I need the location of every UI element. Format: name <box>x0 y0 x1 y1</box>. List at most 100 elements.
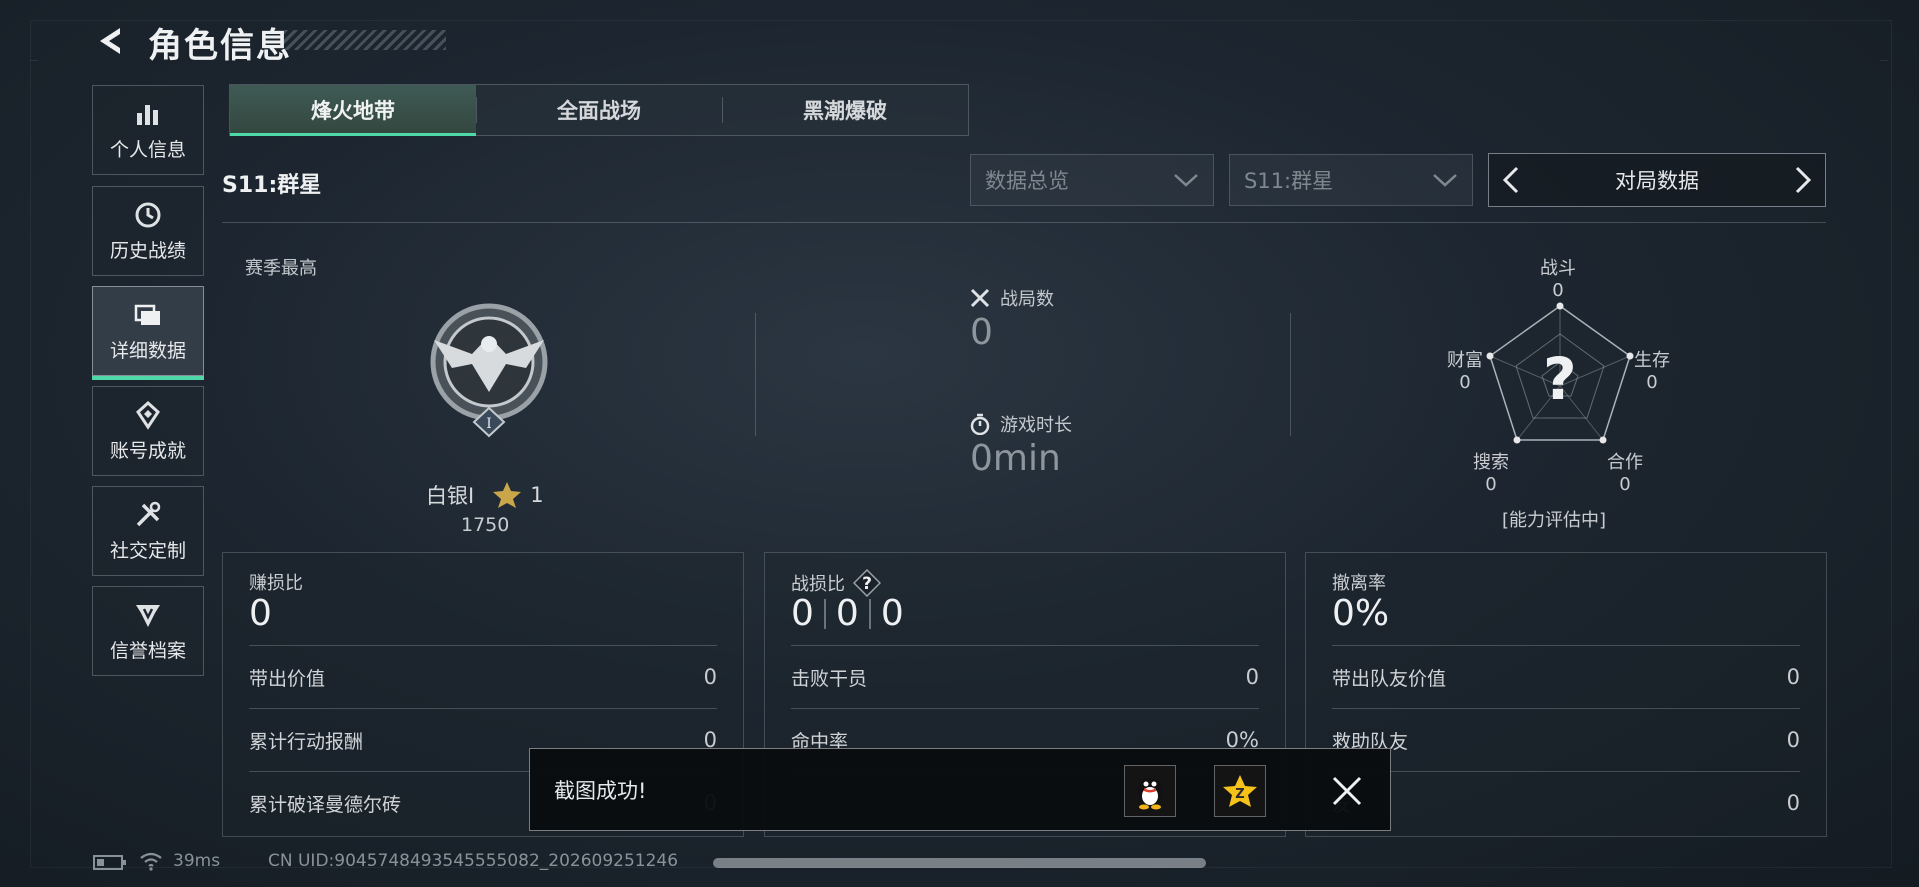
rank-emblem-icon: I <box>430 303 548 438</box>
toast-message: 截图成功! <box>554 779 647 803</box>
radar-axis-value: 0 <box>1646 372 1658 393</box>
stat-value: 0 <box>1786 791 1800 815</box>
decorative-tick <box>30 60 38 61</box>
share-qzone-button[interactable]: Z <box>1214 765 1266 817</box>
sidebar-item-detailed-data[interactable]: 详细数据 <box>92 286 204 380</box>
stopwatch-icon <box>970 413 990 435</box>
data-type-label: 对局数据 <box>1615 169 1699 193</box>
medal-icon <box>136 400 160 430</box>
stat-row: 带出价值 0 <box>249 645 717 708</box>
chevron-right-icon[interactable] <box>1791 165 1815 195</box>
stat-value: 0 <box>1786 728 1800 752</box>
bar-chart-icon <box>137 104 158 125</box>
radar-axis-label: 战斗 <box>1540 258 1576 279</box>
radar-axis-value: 0 <box>1552 280 1564 301</box>
sidebar-item-label: 信誉档案 <box>109 639 186 662</box>
radar-unknown-mark: ? <box>1543 345 1577 413</box>
divider <box>222 222 1826 223</box>
ping-value: 39ms <box>173 851 221 871</box>
tab-warfare-zone[interactable]: 烽火地带 <box>230 85 476 136</box>
sidebar-item-label: 详细数据 <box>109 339 186 362</box>
tab-full-battlefield[interactable]: 全面战场 <box>476 85 722 135</box>
close-icon[interactable] <box>1331 775 1363 807</box>
svg-text:Z: Z <box>1235 787 1244 802</box>
stat-value: 0 <box>1786 665 1800 689</box>
card-title: 赚损比 <box>249 573 303 594</box>
sidebar-item-label: 账号成就 <box>109 439 186 462</box>
playtime-label: 游戏时长 <box>1000 415 1072 436</box>
star-icon <box>493 482 522 508</box>
stat-label: 带出队友价值 <box>1332 667 1447 690</box>
sidebar-item-personal-info[interactable]: 个人信息 <box>92 85 204 175</box>
radar-axis-survival: 生存 0 <box>1630 350 1674 394</box>
divider <box>1290 313 1291 436</box>
radar-axis-combat: 战斗 0 <box>1538 258 1578 302</box>
dropdown-value: 数据总览 <box>985 169 1069 193</box>
decorative-tick <box>1880 60 1888 61</box>
chevron-left-icon[interactable] <box>1499 165 1523 195</box>
stat-row: 带出队友价值 0 <box>1332 645 1800 708</box>
playtime-value: 0min <box>970 438 1061 479</box>
sidebar-item-history[interactable]: 历史战绩 <box>92 186 204 276</box>
sidebar-item-credit[interactable]: 信誉档案 <box>92 586 204 676</box>
shield-badge-icon <box>136 604 160 627</box>
radar-status: [能力评估中] <box>1502 510 1607 531</box>
tab-dark-tide[interactable]: 黑潮爆破 <box>722 85 968 135</box>
radar-axis-value: 0 <box>1619 474 1631 495</box>
stat-value: 0 <box>703 665 717 689</box>
sidebar-item-social[interactable]: 社交定制 <box>92 486 204 576</box>
folder-icon <box>134 304 160 325</box>
horizontal-scrollbar[interactable] <box>713 858 1206 868</box>
radar-axis-value: 0 <box>1485 474 1497 495</box>
assists-value: 0 <box>880 593 904 634</box>
sidebar-item-label: 社交定制 <box>109 539 186 562</box>
chevron-down-icon <box>1174 174 1198 187</box>
radar-axis-label: 生存 <box>1634 350 1670 371</box>
sidebar-item-label: 历史战绩 <box>109 239 186 262</box>
sidebar-item-label: 个人信息 <box>109 138 186 161</box>
share-qq-button[interactable] <box>1124 765 1176 817</box>
radar-axis-label: 搜索 <box>1473 452 1509 473</box>
battery-icon <box>93 855 126 870</box>
crossed-swords-icon <box>970 288 990 308</box>
rank-score: 1750 <box>461 514 510 536</box>
dropdown-value: S11:群星 <box>1244 169 1334 193</box>
radar-axis-label: 合作 <box>1607 452 1643 473</box>
rank-name-row: 白银I 1 <box>426 480 544 510</box>
wifi-icon <box>140 852 162 871</box>
season-best-label: 赛季最高 <box>245 258 317 279</box>
deaths-value: 0 <box>835 593 859 634</box>
radar-axis-value: 0 <box>1459 372 1471 393</box>
separator <box>823 598 826 629</box>
matches-value: 0 <box>970 312 993 353</box>
stat-label: 累计破译曼德尔砖 <box>249 793 402 816</box>
svg-text:?: ? <box>862 574 872 594</box>
chevron-down-icon <box>1433 174 1457 187</box>
back-arrow-icon[interactable] <box>92 24 126 58</box>
season-dropdown[interactable]: S11:群星 <box>1229 154 1473 206</box>
radar-axis-label: 财富 <box>1447 350 1483 371</box>
screenshot-toast: 截图成功! Z <box>529 748 1391 831</box>
card-main-value: 0 <box>249 593 272 634</box>
card-main-value: 0% <box>1332 593 1390 634</box>
stat-row: 救助队友 0 <box>1332 708 1800 771</box>
rank-name: 白银I <box>426 484 475 508</box>
page-title: 角色信息 <box>148 26 292 66</box>
stat-label: 带出价值 <box>249 667 326 690</box>
sidebar-item-achievements[interactable]: 账号成就 <box>92 386 204 476</box>
radar-axis-cooperation: 合作 0 <box>1603 452 1647 496</box>
qzone-star-icon: Z <box>1223 775 1257 807</box>
tools-icon <box>136 501 161 526</box>
rank-stars: 1 <box>530 483 544 507</box>
radar-axis-wealth: 财富 0 <box>1443 350 1487 394</box>
player-uid: CN UID:9045748493545555082_202609251246 <box>268 851 679 871</box>
mode-tabs: 烽火地带 全面战场 黑潮爆破 <box>229 84 969 136</box>
svg-text:I: I <box>486 416 492 432</box>
season-title: S11:群星 <box>222 173 322 198</box>
overview-dropdown[interactable]: 数据总览 <box>970 154 1214 206</box>
data-type-switcher: 对局数据 <box>1488 153 1826 207</box>
card-title: 撤离率 <box>1332 573 1386 594</box>
divider <box>755 313 756 436</box>
matches-label: 战局数 <box>1000 289 1054 310</box>
clock-icon <box>135 202 161 227</box>
